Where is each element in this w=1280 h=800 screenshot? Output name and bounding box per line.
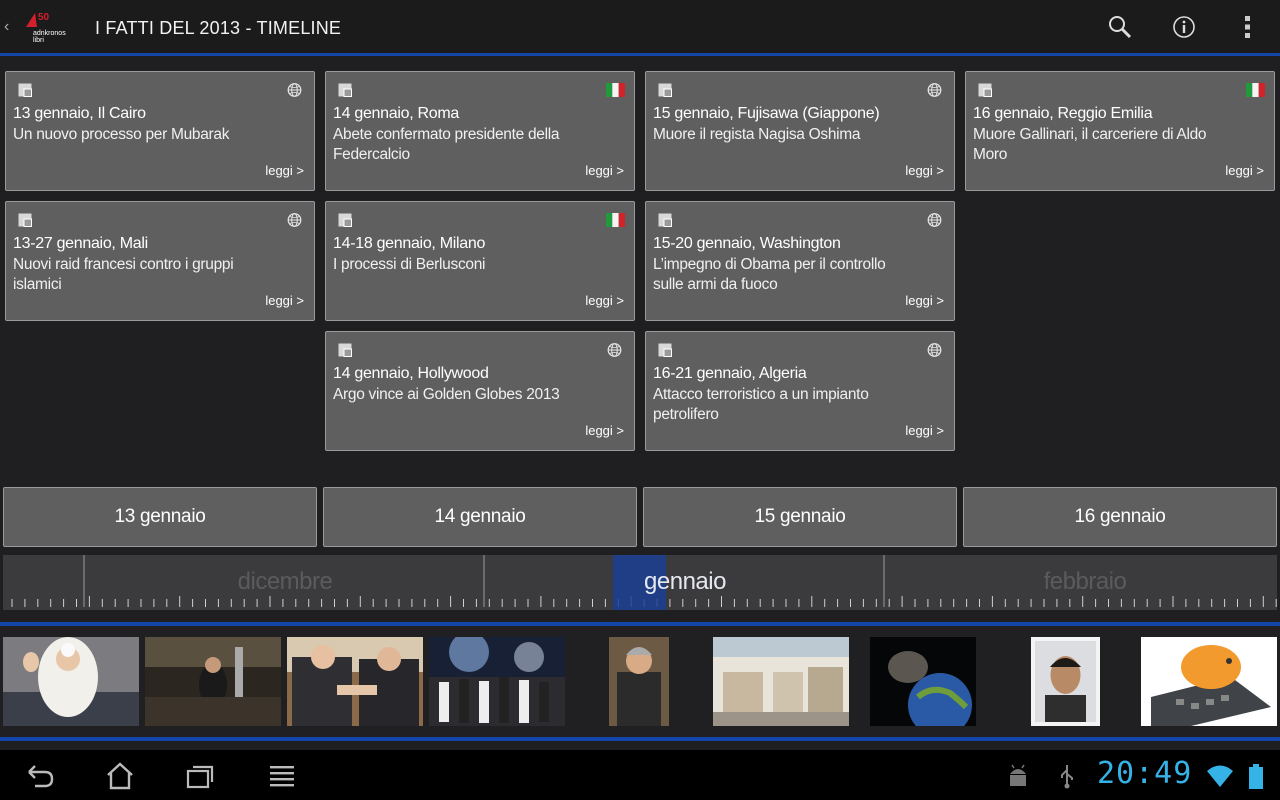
read-more-link[interactable]: leggi > <box>265 163 304 178</box>
thumbnail-handshake[interactable] <box>287 637 423 726</box>
timeline-month-label[interactable]: febbraio <box>1044 568 1127 596</box>
thumbnail-pope[interactable] <box>3 637 139 726</box>
italy-flag-icon <box>1246 83 1265 97</box>
battery-icon <box>1243 762 1273 790</box>
event-card[interactable]: 13-27 gennaio, Mali Nuovi raid francesi c… <box>5 201 315 321</box>
event-card-description: Nuovi raid francesi contro i gruppi isla… <box>13 256 234 293</box>
event-card[interactable]: 14-18 gennaio, Milano I processi di Berlu… <box>325 201 635 321</box>
system-navigation-bar: 20:49 <box>0 750 1280 800</box>
app-logo[interactable]: 50 adnkronos libri <box>24 9 76 45</box>
day-button[interactable]: 14 gennaio <box>323 487 637 547</box>
globe-icon <box>926 83 943 97</box>
timeline-ruler[interactable]: dicembre gennaio febbraio <box>3 555 1277 610</box>
event-card[interactable]: 15-20 gennaio, Washington L’impegno di Ob… <box>645 201 955 321</box>
thumbnail-strip[interactable] <box>0 626 1280 737</box>
event-card-title: 16 gennaio, Reggio Emilia <box>973 105 1153 122</box>
up-navigation-chevron-icon[interactable]: ‹ <box>4 18 9 36</box>
article-icon <box>978 83 992 97</box>
read-more-link[interactable]: leggi > <box>905 293 944 308</box>
thumbnail-asteroid-earth[interactable] <box>870 637 976 726</box>
back-icon[interactable] <box>25 762 55 790</box>
event-card-description: Muore il regista Nagisa Oshima <box>653 126 861 143</box>
usb-icon <box>1052 762 1082 790</box>
day-button[interactable]: 13 gennaio <box>3 487 317 547</box>
read-more-link[interactable]: leggi > <box>905 423 944 438</box>
menu-icon[interactable] <box>267 762 297 790</box>
strip-divider-bottom <box>0 737 1280 741</box>
globe-icon <box>286 83 303 97</box>
thumbnail-man-portrait[interactable] <box>609 637 669 726</box>
article-icon <box>338 343 352 357</box>
read-more-link[interactable]: leggi > <box>585 163 624 178</box>
event-card-description: L’impegno di Obama per il controllo sull… <box>653 256 886 293</box>
article-icon <box>658 213 672 227</box>
action-bar: ‹ 50 adnkronos libri I FATTI DEL 2013 - … <box>0 0 1280 53</box>
globe-icon <box>606 343 623 357</box>
event-card[interactable]: 16-21 gennaio, Algeria Attacco terroristi… <box>645 331 955 451</box>
article-icon <box>18 213 32 227</box>
recent-apps-icon[interactable] <box>185 762 215 790</box>
event-card[interactable]: 14 gennaio, Hollywood Argo vince ai Golde… <box>325 331 635 451</box>
thumbnail-football-celebration[interactable] <box>429 637 565 726</box>
android-debug-icon <box>1003 762 1033 790</box>
event-card-title: 13-27 gennaio, Mali <box>13 235 148 252</box>
svg-text:50: 50 <box>38 12 50 23</box>
event-card-title: 15-20 gennaio, Washington <box>653 235 841 252</box>
event-card-title: 15 gennaio, Fujisawa (Giappone) <box>653 105 880 122</box>
event-card-description: Un nuovo processo per Mubarak <box>13 126 230 143</box>
wifi-icon <box>1205 762 1235 790</box>
event-card[interactable]: 13 gennaio, Il Cairo Un nuovo processo pe… <box>5 71 315 191</box>
event-card-title: 14 gennaio, Hollywood <box>333 365 489 382</box>
event-card-title: 14 gennaio, Roma <box>333 105 459 122</box>
event-card-description: I processi di Berlusconi <box>333 256 486 273</box>
adnkronos-logo-icon: 50 adnkronos libri <box>26 12 66 44</box>
info-icon[interactable] <box>1171 14 1197 40</box>
event-card-title: 13 gennaio, Il Cairo <box>13 105 146 122</box>
read-more-link[interactable]: leggi > <box>905 163 944 178</box>
read-more-link[interactable]: leggi > <box>585 423 624 438</box>
timeline-month-label[interactable]: dicembre <box>238 568 333 596</box>
globe-icon <box>286 213 303 227</box>
article-icon <box>658 83 672 97</box>
status-clock: 20:49 <box>1097 756 1193 791</box>
page-title: I FATTI DEL 2013 - TIMELINE <box>95 18 342 38</box>
article-icon <box>18 83 32 97</box>
globe-icon <box>926 343 943 357</box>
event-card-description: Abete confermato presidente della Federc… <box>333 126 560 163</box>
article-icon <box>338 213 352 227</box>
read-more-link[interactable]: leggi > <box>585 293 624 308</box>
thumbnail-piggy-bank[interactable] <box>1141 637 1277 726</box>
event-card[interactable]: 15 gennaio, Fujisawa (Giappone) Muore il … <box>645 71 955 191</box>
event-card[interactable]: 14 gennaio, Roma Abete confermato preside… <box>325 71 635 191</box>
svg-text:libri: libri <box>33 37 44 44</box>
event-card-description: Attacco terroristico a un impianto petro… <box>653 386 869 423</box>
article-icon <box>658 343 672 357</box>
article-icon <box>338 83 352 97</box>
search-icon[interactable] <box>1107 14 1133 40</box>
thumbnail-courtroom[interactable] <box>145 637 281 726</box>
event-card[interactable]: 16 gennaio, Reggio Emilia Muore Gallinari… <box>965 71 1275 191</box>
event-card-title: 16-21 gennaio, Algeria <box>653 365 807 382</box>
globe-icon <box>926 213 943 227</box>
read-more-link[interactable]: leggi > <box>1225 163 1264 178</box>
action-bar-divider <box>0 53 1280 56</box>
thumbnail-storefront[interactable] <box>713 637 849 726</box>
overflow-menu-icon[interactable] <box>1235 14 1261 40</box>
event-card-description: Argo vince ai Golden Globes 2013 <box>333 386 560 403</box>
timeline-month-label-current[interactable]: gennaio <box>644 568 726 596</box>
day-button[interactable]: 16 gennaio <box>963 487 1277 547</box>
home-icon[interactable] <box>105 762 135 790</box>
event-card-description: Muore Gallinari, il carceriere di Aldo M… <box>973 126 1207 163</box>
day-button[interactable]: 15 gennaio <box>643 487 957 547</box>
svg-text:adnkronos: adnkronos <box>33 30 66 37</box>
italy-flag-icon <box>606 83 625 97</box>
event-card-title: 14-18 gennaio, Milano <box>333 235 486 252</box>
read-more-link[interactable]: leggi > <box>265 293 304 308</box>
italy-flag-icon <box>606 213 625 227</box>
thumbnail-mugshot[interactable] <box>1031 637 1100 726</box>
